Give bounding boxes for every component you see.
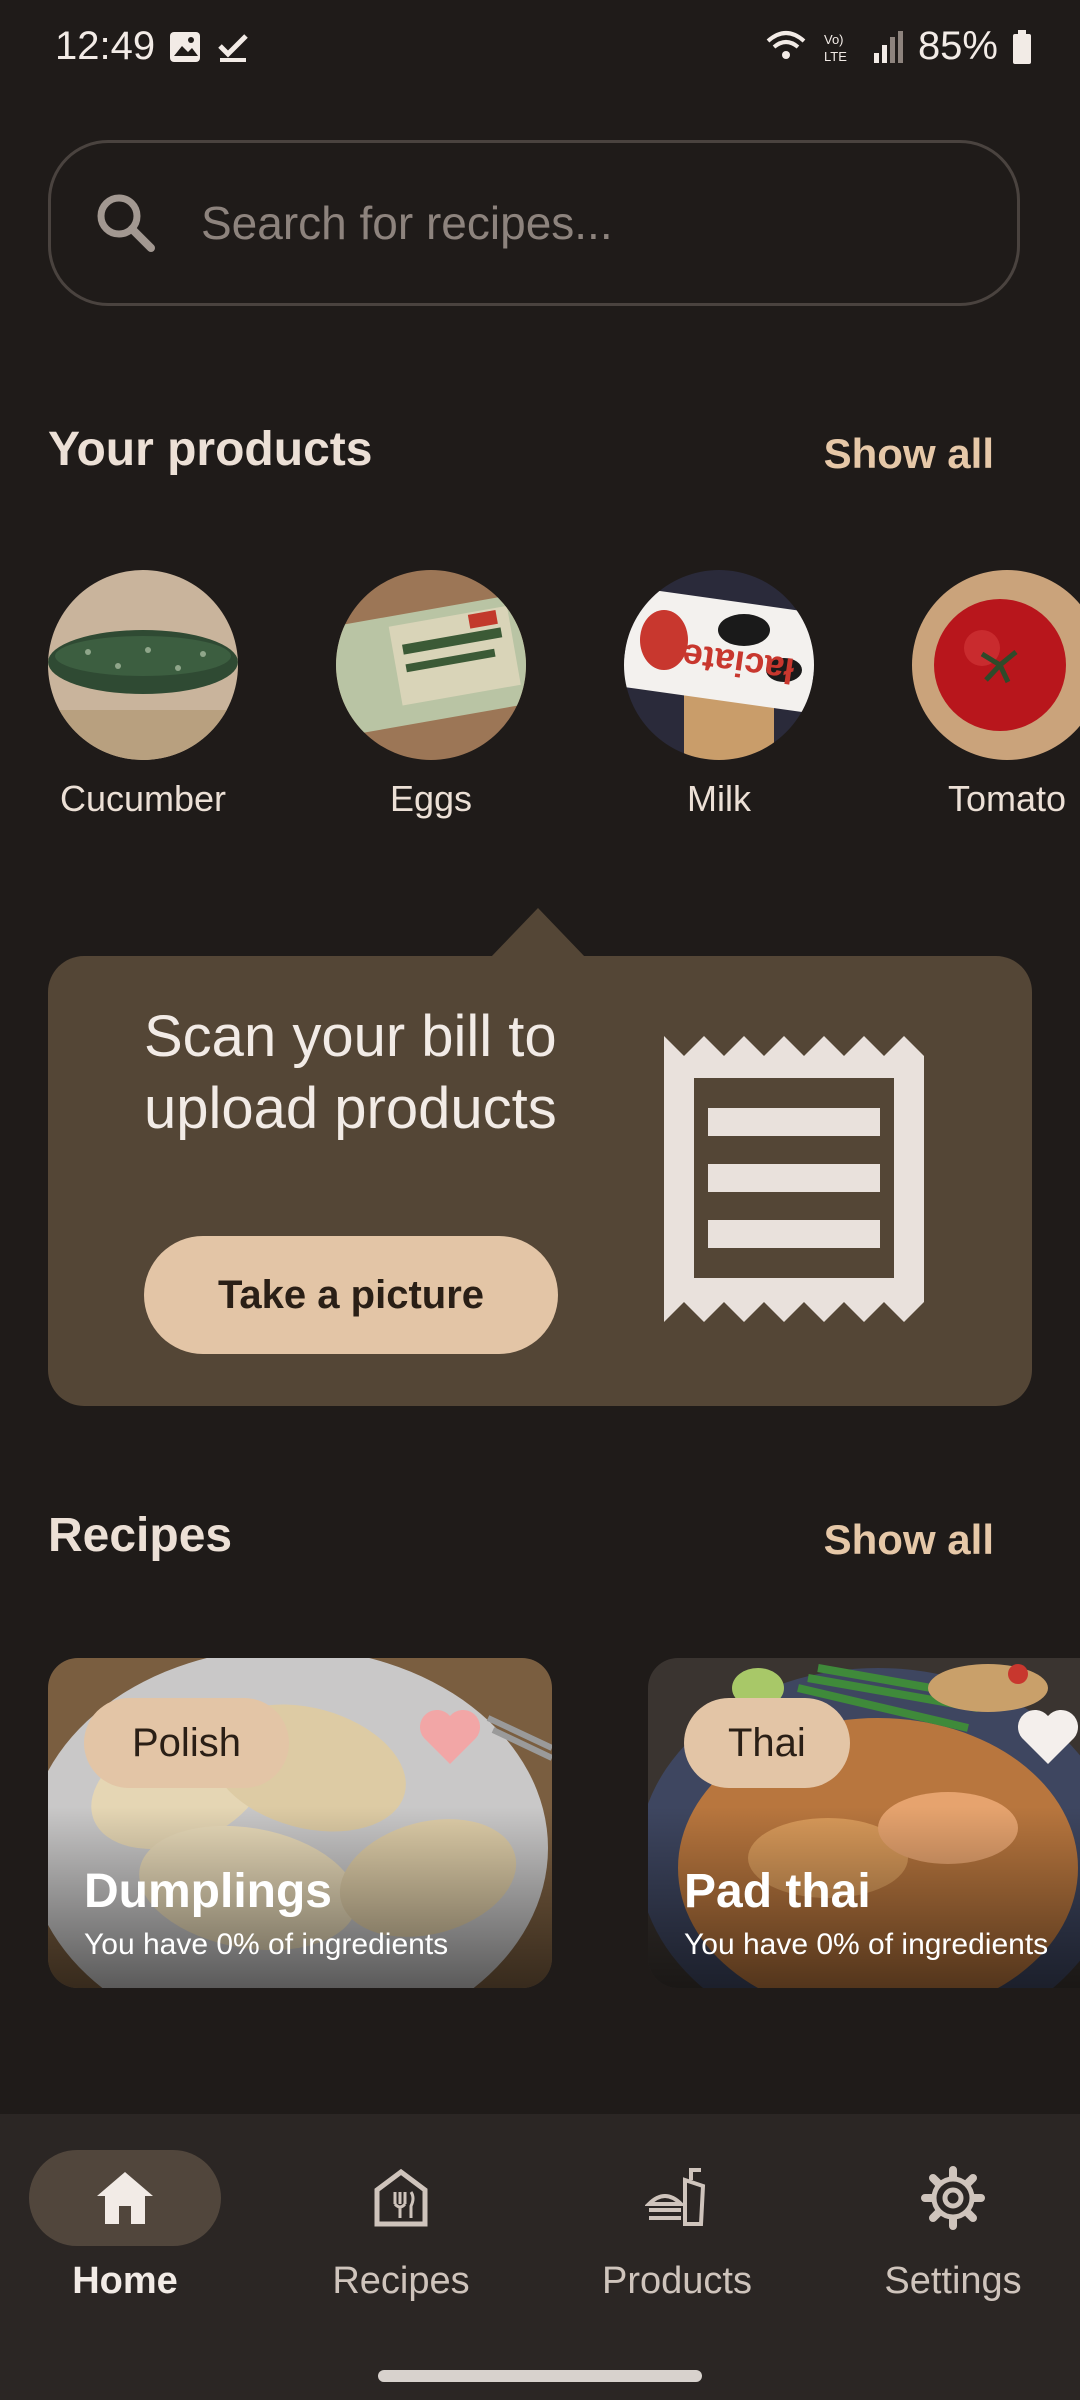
recipe-card-dumplings[interactable]: Polish Dumplings You have 0% of ingredie… [48,1658,552,1988]
battery-icon [1013,29,1031,64]
recipe-name: Pad thai [684,1865,871,1918]
recipes-show-all-link[interactable]: Show all [824,1516,994,1564]
product-label: Milk [687,778,751,819]
svg-text:Vo): Vo) [824,32,844,47]
scan-card-pointer [490,908,586,958]
nav-item-products[interactable]: Products [557,2150,797,2303]
signal-icon [873,30,903,63]
gear-icon [921,2166,985,2230]
nav-item-home[interactable]: Home [5,2150,245,2303]
cucumber-image [48,570,238,760]
products-section-title: Your products [48,423,373,476]
products-icon [645,2168,706,2226]
svg-text:LTE: LTE [824,49,847,64]
nav-label: Products [602,2260,752,2302]
search-bar[interactable] [48,140,1020,306]
check-icon [218,34,248,62]
favorite-heart-icon[interactable] [418,1708,482,1766]
products-show-all-link[interactable]: Show all [824,430,994,478]
status-time: 12:49 [55,24,156,68]
product-label: Tomato [947,778,1067,819]
scan-card-title: Scan your bill to upload products [144,1004,557,1141]
take-picture-button[interactable]: Take a picture [144,1236,558,1354]
status-bar: 12:49 Vo) LTE 85% [0,0,1080,100]
product-tomato[interactable]: Tomato [912,570,1080,820]
nav-label: Home [72,2260,178,2302]
eggs-image [336,570,526,760]
product-label: Eggs [389,778,473,819]
nav-item-recipes[interactable]: Recipes [281,2150,521,2303]
home-icon [97,2172,153,2224]
recipe-card-pad-thai[interactable]: Thai Pad thai You have 0% of ingredients [648,1658,1080,1988]
milk-image: łaciate [624,570,814,760]
product-eggs[interactable]: Eggs [336,570,526,820]
recipe-ingredients-percent: You have 0% of ingredients [84,1928,449,1961]
receipt-icon [664,1036,924,1322]
battery-percent: 85% [917,24,998,68]
recipes-section-title: Recipes [48,1509,233,1562]
wifi-icon [766,30,806,59]
search-icon [97,194,155,252]
home-indicator[interactable] [378,2370,702,2382]
recipes-icon [374,2168,428,2227]
cuisine-chip[interactable]: Polish [84,1698,289,1788]
cuisine-chip[interactable]: Thai [684,1698,850,1788]
recipe-ingredients-percent: You have 0% of ingredients [684,1928,1049,1961]
nav-label: Recipes [332,2260,470,2302]
recipe-name: Dumplings [84,1865,332,1918]
nav-item-settings[interactable]: Settings [833,2150,1073,2303]
product-milk[interactable]: łaciate Milk [624,570,814,820]
volte-icon: Vo) LTE [824,32,847,64]
nav-label: Settings [884,2260,1022,2302]
product-cucumber[interactable]: Cucumber [48,570,238,820]
favorite-heart-icon[interactable] [1016,1708,1080,1766]
search-input[interactable] [201,196,1017,250]
bottom-navigation: Home Recipes Products Settings [0,2114,1080,2400]
image-icon [170,32,200,62]
tomato-image [912,570,1080,760]
scan-card: Scan your bill to upload products Take a… [48,956,1032,1406]
product-label: Cucumber [59,778,227,819]
